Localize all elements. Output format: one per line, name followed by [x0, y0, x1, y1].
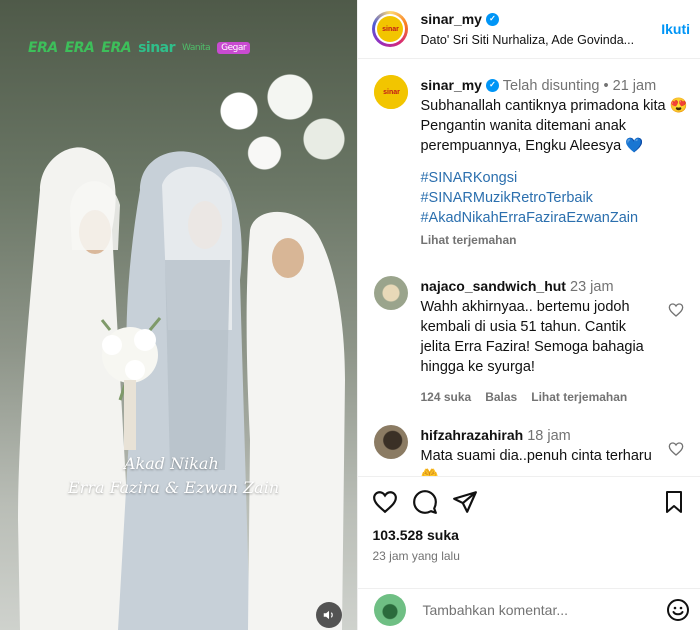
emoji-smiley-icon[interactable] [666, 598, 690, 622]
comment-avatar[interactable] [374, 276, 409, 310]
verified-badge-icon: ✓ [485, 12, 499, 26]
hashtag-link[interactable]: #SINARMuzikRetroTerbaik [420, 188, 688, 208]
comment-bubble-icon[interactable] [412, 489, 438, 515]
post-video[interactable]: ERA ERA ERA sinar Wanita Gegar Akad Nika… [0, 0, 358, 630]
share-paper-plane-icon[interactable] [452, 489, 478, 515]
header-text: sinar_my ✓ Dato' Sri Siti Nurhaliza, Ade… [420, 11, 655, 47]
comment-like-heart-icon[interactable] [668, 441, 684, 457]
translate-link[interactable]: Lihat terjemahan [531, 387, 627, 407]
comment-text: Wahh akhirnyaa.. bertemu jodoh kembali d… [420, 299, 644, 375]
overlay-line-2: Erra Fazira & Ezwan Zain [68, 478, 280, 497]
brides-illustration [18, 147, 345, 630]
comment: najaco_sandwich_hut 23 jam Wahh akhirnya… [358, 250, 700, 407]
header-username-label: sinar_my [420, 11, 482, 27]
comment-time[interactable]: 18 jam [527, 428, 571, 444]
wedding-caption-overlay: Akad Nikah Erra Fazira & Ezwan Zain [68, 452, 279, 500]
likes-count[interactable]: 103.528 suka [372, 527, 686, 543]
header-subtitle[interactable]: Dato' Sri Siti Nurhaliza, Ade Govinda... [420, 33, 655, 47]
post-modal: ERA ERA ERA sinar Wanita Gegar Akad Nika… [0, 0, 700, 630]
hashtag-link[interactable]: #SINARKongsi [420, 168, 688, 188]
caption-username[interactable]: sinar_my ✓ [420, 75, 499, 95]
comment-actions: 124 suka Balas Lihat terjemahan [420, 387, 654, 407]
comment-avatar[interactable] [374, 425, 409, 459]
action-icons [372, 489, 686, 515]
caption-username-label: sinar_my [420, 77, 482, 93]
overlay-line-1: Akad Nikah [124, 454, 219, 473]
follow-button[interactable]: Ikuti [661, 21, 690, 37]
caption: sinar sinar_my ✓ Telah disunting • 21 ja… [358, 59, 700, 250]
bullet-separator: • [603, 78, 609, 94]
comment-body: najaco_sandwich_hut 23 jam Wahh akhirnya… [420, 276, 688, 407]
post-time-ago[interactable]: 23 jam yang lalu [372, 549, 686, 563]
sound-toggle-button[interactable] [316, 602, 342, 628]
avatar-ring-gap: sinar [375, 14, 406, 44]
comment-likes[interactable]: 124 suka [420, 387, 471, 407]
sinar-avatar-logo: sinar [377, 16, 404, 42]
caption-text: Subhanallah cantiknya primadona kita 😍 P… [420, 98, 688, 154]
add-comment-bar [358, 588, 700, 631]
comment-input[interactable] [420, 601, 666, 619]
post-panel: sinar sinar_my ✓ Dato' Sri Siti Nurhaliz… [357, 0, 700, 630]
post-actions: 103.528 suka 23 jam yang lalu [358, 476, 700, 563]
caption-body: sinar_my ✓ Telah disunting • 21 jam Subh… [420, 75, 688, 250]
translate-link[interactable]: Lihat terjemahan [420, 230, 688, 250]
caption-time[interactable]: 21 jam [613, 78, 657, 94]
comment-time[interactable]: 23 jam [570, 279, 614, 295]
comment-username[interactable]: najaco_sandwich_hut [420, 276, 565, 296]
post-header: sinar sinar_my ✓ Dato' Sri Siti Nurhaliz… [358, 0, 700, 59]
caption-avatar[interactable]: sinar [374, 75, 409, 109]
comments-scroll-area[interactable]: sinar sinar_my ✓ Telah disunting • 21 ja… [358, 59, 700, 476]
header-username[interactable]: sinar_my ✓ [420, 11, 499, 27]
reply-button[interactable]: Balas [485, 387, 517, 407]
comment-username[interactable]: hifzahrazahirah [420, 425, 523, 445]
like-heart-icon[interactable] [372, 489, 398, 515]
verified-badge-icon: ✓ [485, 78, 499, 92]
comment: hifzahrazahirah 18 jam Mata suami dia..p… [358, 407, 700, 476]
comment-text: Mata suami dia..penuh cinta terharu 🤲 [420, 448, 652, 476]
sinar-avatar-logo: sinar [374, 75, 409, 109]
edited-label: Telah disunting [502, 78, 600, 94]
comment-like-heart-icon[interactable] [668, 302, 684, 318]
comment-body: hifzahrazahirah 18 jam Mata suami dia..p… [420, 425, 688, 476]
hashtag-link[interactable]: #AkadNikahErraFaziraEzwanZain [420, 208, 688, 228]
speaker-icon [323, 610, 333, 620]
current-user-avatar [374, 594, 407, 626]
avatar[interactable]: sinar [372, 11, 409, 47]
save-bookmark-icon[interactable] [662, 489, 686, 515]
